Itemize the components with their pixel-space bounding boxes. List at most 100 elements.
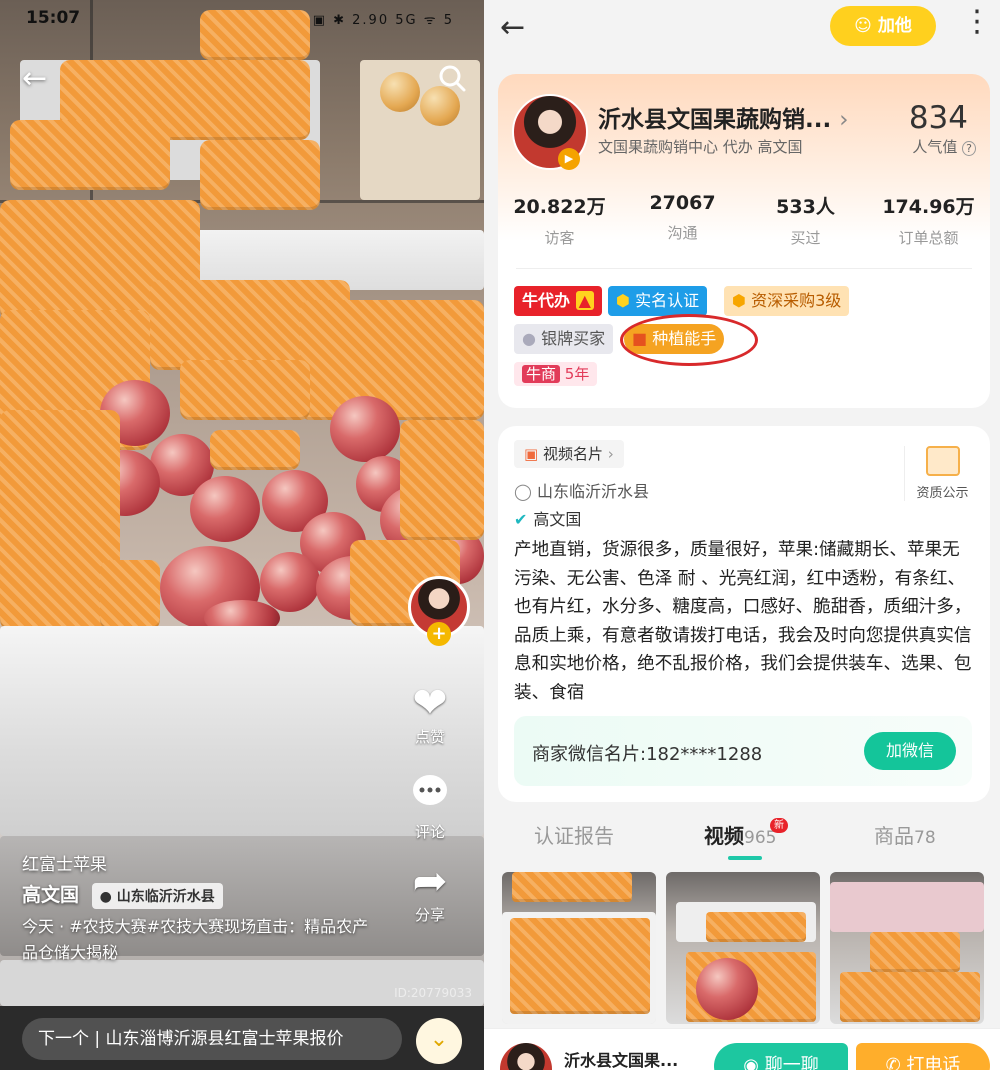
stat-value: 174.96万 (882, 196, 975, 218)
tab-products-label: 商品 (874, 824, 914, 848)
popularity-value: 834 (908, 100, 968, 136)
back-arrow-icon[interactable]: ← (22, 64, 47, 94)
location-text: 山东临沂沂水县 (116, 888, 215, 905)
owner-name: 高文国 (533, 510, 582, 529)
badge-silver-buyer[interactable]: ● 银牌买家 (514, 324, 614, 354)
bottom-bar: 沂水县文国果... ◉ 聊一聊 ✆ 打电话 (484, 1028, 1000, 1070)
stat-contacts: 27067 沟通 (621, 192, 744, 248)
stat-label: 订单总额 (898, 229, 959, 247)
apple (190, 476, 260, 542)
tab-products-count: 78 (914, 828, 936, 848)
location-text: 山东临沂沂水县 (537, 482, 650, 501)
call-button[interactable]: ✆ 打电话 (856, 1043, 990, 1070)
tab-videos[interactable]: 视频965 (704, 820, 776, 849)
chat-label: 聊一聊 (764, 1055, 819, 1070)
location-row: ◯ 山东临沂沂水县 (514, 478, 649, 502)
profile-card: ▶ 沂水县文国果蔬购销... › 文国果蔬购销中心 代办 高文国 834 人气值… (498, 74, 990, 408)
badge-verified[interactable]: ⬢ 实名认证 (608, 286, 708, 316)
shop-name-text: 沂水县文国果蔬购销... (598, 107, 832, 133)
foam-net (870, 932, 960, 972)
badge-silver-buyer-text: 银牌买家 (541, 329, 606, 348)
author-name[interactable]: 高文国 (22, 884, 79, 906)
add-contact-button[interactable]: ☺ 加他 (830, 6, 936, 46)
like-button[interactable]: ❤ 点赞 (400, 680, 460, 747)
stat-label: 买过 (790, 229, 821, 247)
new-badge: 新 (770, 818, 788, 833)
foam-net (200, 10, 310, 60)
video-thumbnail[interactable] (830, 872, 984, 1024)
badge-agent-text: 牛代办 (522, 291, 571, 310)
popularity-label-text: 人气值 (912, 138, 958, 156)
location-pin-icon: ● (99, 888, 112, 905)
follow-plus-icon[interactable]: + (427, 622, 451, 646)
badge-agent[interactable]: 牛代办 ▲ (514, 286, 602, 316)
foam-net (512, 872, 632, 902)
active-tab-indicator (728, 856, 762, 860)
back-arrow-icon[interactable]: ← (500, 10, 525, 45)
profile-panel: ← ☺ 加他 ⋮ ▶ 沂水县文国果蔬购销... › 文国果蔬购销中心 代办 高文… (484, 0, 1000, 1070)
help-icon[interactable]: ? (962, 141, 976, 156)
add-contact-label: 加他 (877, 16, 912, 36)
stat-visitors: 20.822万 访客 (498, 192, 621, 248)
watermark: ID:20779033 (394, 986, 472, 1000)
add-wechat-button[interactable]: 加微信 (864, 732, 956, 770)
foam-box (830, 882, 984, 932)
status-icons: ▣ ✱ 2.90 5G ᯤ 5 (312, 13, 454, 28)
badge-merchant-text: 牛商 (522, 365, 561, 383)
more-menu-icon[interactable]: ⋮ (962, 4, 992, 40)
owner-row: ✔ 高文国 (514, 506, 581, 530)
badge-senior-buyer[interactable]: ⬢ 资深采购3级 (724, 286, 850, 316)
video-description: 今天 · #农技大赛#农技大赛现场直击：精品农产品仓储大揭秘 (22, 917, 369, 962)
qualification-button[interactable]: 资质公示 (904, 446, 980, 501)
foam-net (510, 918, 650, 1014)
badge-years-text: 5年 (564, 365, 590, 383)
tab-products[interactable]: 商品78 (874, 820, 936, 849)
share-button[interactable]: ➦ 分享 (400, 858, 460, 925)
shop-description: 产地直销，货源很多，质量很好，苹果:储藏期长、苹果无污染、无公害、色泽 耐 、光… (514, 540, 972, 703)
stat-value: 27067 (649, 192, 716, 214)
foam-net (840, 972, 980, 1022)
wechat-card: 商家微信名片:182****1288 加微信 (514, 716, 972, 786)
video-thumbnail[interactable] (502, 872, 656, 1024)
foam-net (100, 560, 160, 630)
certificate-icon (925, 446, 960, 476)
video-title: 红富士苹果 (22, 855, 107, 875)
location-pill[interactable]: ● 山东临沂沂水县 (91, 882, 223, 909)
badge-senior-buyer-text: 资深采购3级 (751, 291, 842, 310)
foam-net (180, 360, 310, 420)
shop-name[interactable]: 沂水县文国果蔬购销... › (598, 100, 848, 134)
silver-medal-icon: ● (522, 329, 536, 348)
chat-button[interactable]: ◉ 聊一聊 (714, 1043, 848, 1070)
search-icon[interactable] (438, 64, 466, 97)
badge-verified-text: 实名认证 (635, 291, 700, 310)
phone-icon: ✆ (885, 1055, 901, 1070)
video-thumbnail[interactable] (666, 872, 820, 1024)
verified-icon: ✔ (514, 510, 528, 529)
shield-icon: ⬢ (616, 291, 630, 310)
foam-net (300, 300, 484, 420)
comment-button[interactable]: 评论 (400, 772, 460, 842)
comment-icon (400, 772, 460, 821)
badge-merchant-years[interactable]: 牛商 5年 (514, 362, 598, 386)
stat-buyers: 533人买过 (744, 192, 867, 248)
like-label: 点赞 (414, 728, 445, 746)
tab-certification-report[interactable]: 认证报告 (534, 820, 614, 849)
stat-order-total: 174.96万订单总额 (867, 192, 990, 248)
chevron-down-icon[interactable]: ⌄ (416, 1018, 462, 1064)
next-video-button[interactable]: 下一个 | 山东淄博沂源县红富士苹果报价 (22, 1018, 402, 1060)
stat-value: 533人 (776, 196, 835, 218)
shop-subtitle: 文国果蔬购销中心 代办 高文国 (598, 138, 803, 156)
stats-row: 20.822万 访客 27067 沟通 533人买过 174.96万订单总额 (498, 192, 990, 248)
apple (260, 552, 320, 612)
person-icon: ☺ (854, 16, 872, 36)
apple (696, 958, 758, 1020)
thumb-icon: ▲ (575, 291, 594, 310)
tab-videos-label: 视频 (704, 824, 744, 848)
status-time: 15:07 (26, 8, 81, 28)
chat-icon: ◉ (743, 1055, 759, 1070)
bottom-avatar[interactable] (500, 1043, 552, 1070)
chevron-right-icon: › (839, 107, 849, 133)
business-card: ▣ 视频名片 › 资质公示 ◯ 山东临沂沂水县 ✔ 高文国 产地直销，货源很多，质… (498, 426, 990, 802)
video-card-button[interactable]: ▣ 视频名片 › (514, 440, 624, 468)
foam-net (400, 420, 484, 540)
